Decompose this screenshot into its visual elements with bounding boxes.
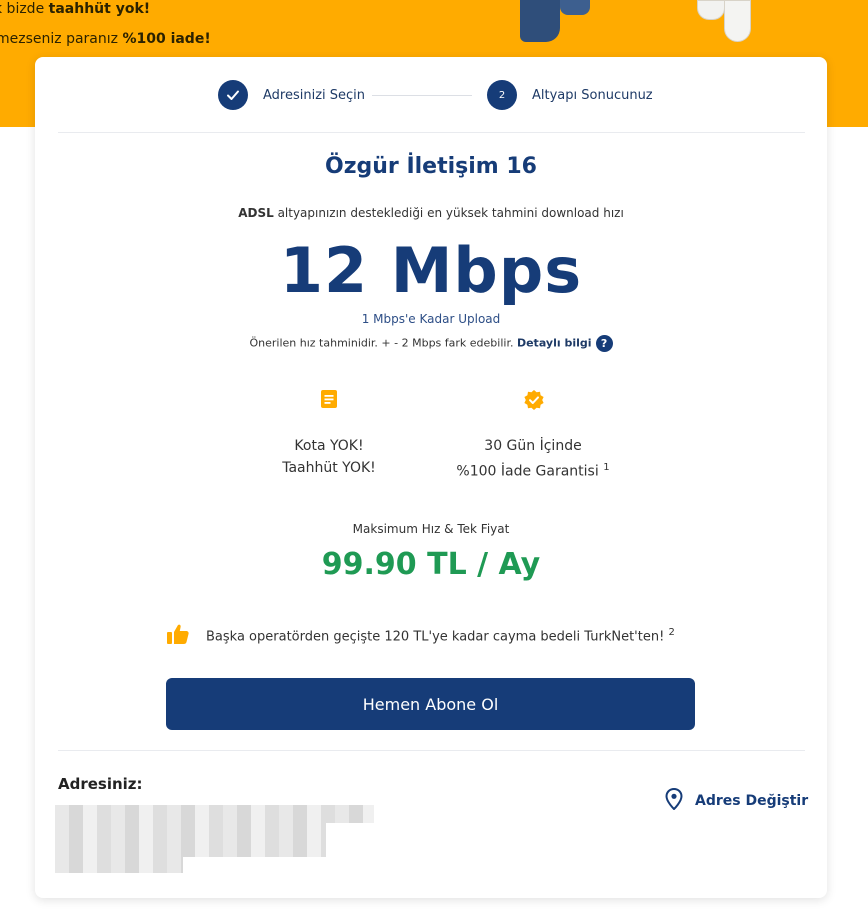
footnote-marker: 1 [603, 462, 610, 473]
feature-line-2-text: %100 İade Garantisi [456, 463, 599, 480]
divider [58, 132, 805, 133]
banner-line-1: k bizde taahhüt yok! [0, 1, 150, 17]
step-connector [372, 95, 472, 96]
download-speed: 12 Mbps [279, 234, 583, 307]
upload-speed: 1 Mbps'e Kadar Upload [361, 312, 501, 326]
change-address-button[interactable]: Adres Değiştir [665, 787, 809, 814]
address-redacted [55, 805, 374, 823]
banner-line-2-text: mezseniz paranız [0, 31, 123, 47]
promo-text-content: Başka operatörden geçişte 120 TL'ye kada… [206, 629, 665, 645]
banner-line-1-bold: taahhüt yok! [48, 1, 151, 17]
speed-note: Önerilen hız tahminidir. + - 2 Mbps fark… [35, 335, 827, 352]
banner-sneaker-image [697, 0, 725, 20]
feature-line-1: 30 Gün İçinde [484, 438, 582, 454]
infrastructure-type: ADSL [238, 206, 274, 220]
banner-sneaker-image-2 [724, 0, 751, 42]
banner-line-2-bold: %100 iade! [122, 31, 211, 47]
speed-note-text: Önerilen hız tahminidir. + - 2 Mbps fark… [249, 336, 517, 350]
infrastructure-text: altyapınızın desteklediği en yüksek tahm… [273, 206, 624, 220]
switch-promo: Başka operatörden geçişte 120 TL'ye kada… [166, 623, 675, 649]
banner-person-image [520, 0, 560, 42]
change-address-label: Adres Değiştir [695, 793, 809, 809]
feature-refund-guarantee: 30 Gün İçinde %100 İade Garantisi 1 [403, 389, 663, 483]
help-icon[interactable]: ? [595, 335, 613, 352]
footnote-marker: 2 [668, 627, 675, 639]
step-number: 2 [487, 80, 517, 110]
step-label: Adresinizi Seçin [263, 87, 366, 103]
document-icon [319, 389, 339, 409]
infrastructure-description: ADSL altyapınızın desteklediği en yüksek… [35, 206, 827, 220]
feature-line-2: %100 İade Garantisi 1 [403, 457, 663, 483]
result-card: Adresinizi Seçin 2 Altyapı Sonucunuz Özg… [35, 57, 827, 898]
location-pin-icon [665, 787, 683, 814]
address-redacted [55, 823, 326, 841]
banner-line-2: mezseniz paranız %100 iade! [0, 31, 211, 47]
address-redacted [55, 841, 326, 857]
price-label: Maksimum Hız & Tek Fiyat [352, 522, 510, 536]
subscribe-button[interactable]: Hemen Abone Ol [166, 678, 695, 730]
banner-line-1-text: k bizde [0, 1, 45, 17]
detailed-info-link[interactable]: Detaylı bilgi [517, 337, 592, 350]
divider [58, 750, 805, 751]
thumbs-up-icon [166, 623, 190, 649]
step-infrastructure-result: 2 Altyapı Sonucunuz [487, 80, 653, 110]
step-label: Altyapı Sonucunuz [532, 87, 653, 103]
monthly-price: 99.90 TL / Ay [321, 547, 541, 582]
badge-check-icon [523, 389, 544, 410]
plan-title: Özgür İletişim 16 [325, 154, 537, 179]
promo-text: Başka operatörden geçişte 120 TL'ye kada… [206, 627, 675, 644]
address-redacted [55, 857, 183, 873]
step-select-address[interactable]: Adresinizi Seçin [218, 80, 365, 110]
banner-person-image-leg [560, 0, 590, 15]
address-heading: Adresiniz: [58, 775, 143, 793]
check-icon [218, 80, 248, 110]
